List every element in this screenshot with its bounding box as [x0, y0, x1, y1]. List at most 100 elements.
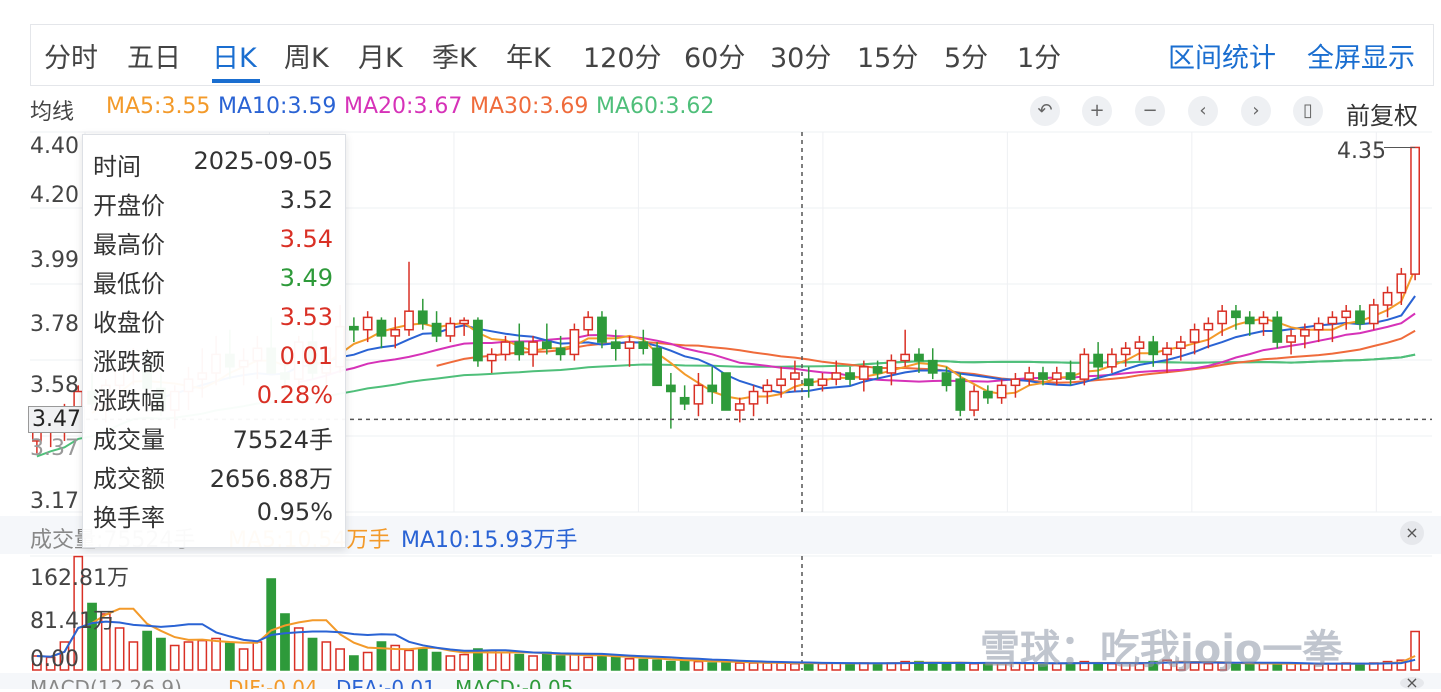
candle-body: [348, 325, 359, 331]
candle-body: [1299, 328, 1310, 337]
candle-body: [1231, 310, 1241, 319]
candle-body: [514, 341, 525, 356]
volume-bar: [638, 658, 649, 671]
candle-body: [762, 384, 773, 393]
candle-body: [1120, 347, 1131, 356]
candle-body: [982, 390, 993, 399]
volume-bar: [1410, 630, 1420, 671]
watermark: 雪球：吃我jojo一拳: [980, 627, 1343, 673]
candle-body: [1341, 310, 1352, 319]
candle-body: [776, 378, 787, 387]
candle-body: [597, 316, 607, 343]
tooltip-key: 涨跌额: [93, 348, 165, 376]
macd-label: MACD(12,26,9): [30, 676, 182, 689]
candle-body: [1189, 328, 1200, 343]
candle-body: [927, 359, 938, 374]
volume-bar: [293, 627, 304, 671]
candle-body: [583, 316, 594, 331]
volume-bar: [707, 662, 718, 671]
candle-body: [459, 319, 470, 325]
candle-body: [886, 359, 897, 374]
tooltip-row: 成交量 75524手: [93, 420, 333, 458]
candle-body: [1065, 372, 1076, 380]
volume-bar: [790, 662, 800, 671]
volume-bar: [417, 648, 428, 671]
cursor-price-label: 3.47: [28, 406, 85, 433]
candle-body: [1313, 322, 1324, 331]
volume-bar: [211, 637, 221, 671]
tooltip-key: 最低价: [93, 270, 165, 298]
candle-body: [1396, 273, 1407, 294]
candle-body: [445, 322, 456, 337]
volume-bar: [321, 641, 332, 671]
candle-body: [652, 347, 662, 387]
tooltip-value: 2025-09-05: [193, 147, 333, 175]
volume-bar: [142, 630, 153, 671]
tooltip-key: 换手率: [93, 504, 165, 532]
volume-bar: [872, 662, 883, 671]
candle-body: [969, 390, 979, 411]
close-macd-icon[interactable]: ×: [1400, 675, 1424, 691]
volume-bar: [307, 637, 318, 671]
tooltip-key: 收盘价: [93, 309, 165, 337]
candle-body: [362, 316, 373, 331]
candle-body: [1162, 347, 1172, 356]
volume-bar: [376, 641, 387, 671]
volume-bar: [721, 660, 731, 671]
candle-body: [1327, 316, 1338, 325]
candle-body: [555, 347, 566, 356]
volume-bar: [266, 578, 277, 671]
price-tick-4: 3.58: [30, 373, 79, 398]
volume-bar: [128, 641, 139, 671]
volume-bar: [156, 637, 166, 671]
candle-body: [914, 353, 924, 362]
volume-bar: [555, 655, 566, 671]
candle-body: [1038, 372, 1048, 380]
volume-bar: [224, 642, 235, 671]
candle-body: [665, 384, 676, 393]
price-tick-3: 3.78: [30, 312, 79, 337]
candle-body: [417, 310, 428, 325]
candle-body: [1148, 341, 1159, 356]
price-tick-2: 3.99: [30, 248, 79, 273]
close-volume-icon[interactable]: ×: [1400, 521, 1424, 545]
tooltip-value: 3.52: [279, 186, 333, 214]
candle-body: [390, 328, 401, 337]
volume-tick-0: 162.81万: [30, 566, 129, 591]
candle-body: [610, 341, 621, 350]
tooltip-row: 最高价 3.54: [93, 225, 333, 263]
volume-bar: [500, 651, 511, 671]
volume-bar: [734, 662, 745, 671]
tooltip-value: 0.28%: [256, 381, 333, 409]
volume-bar: [748, 662, 759, 671]
candle-body: [1203, 322, 1214, 331]
candle-body: [1410, 146, 1420, 275]
candle-body: [1093, 353, 1104, 368]
volume-bar: [252, 641, 263, 671]
macd-dif-label: DIF:-0.04: [228, 676, 318, 689]
tooltip-key: 开盘价: [93, 192, 165, 220]
candle-tooltip: 时间 2025-09-05 开盘价 3.52 最高价 3.54 最低价 3.49 收盘价 3.53…: [82, 134, 346, 548]
volume-bar: [431, 651, 442, 671]
candle-body: [845, 372, 855, 380]
candle-body: [1051, 372, 1062, 380]
candle-body: [1134, 341, 1145, 350]
volume-bar: [693, 660, 704, 671]
candle-body: [569, 328, 580, 356]
price-tick-1: 4.20: [30, 183, 79, 208]
volume-bar: [583, 656, 594, 671]
tooltip-key: 成交额: [93, 465, 165, 493]
volume-ma10-label: MA10:15.93万手: [401, 528, 578, 553]
tooltip-row: 换手率 0.95%: [93, 498, 333, 536]
tooltip-value: 75524手: [232, 426, 333, 454]
volume-bar: [955, 662, 966, 671]
candle-body: [1244, 316, 1255, 325]
ma30-line: [436, 329, 1416, 384]
volume-bar: [927, 662, 938, 671]
volume-bar: [776, 662, 787, 671]
candle-body: [996, 384, 1007, 399]
candle-body: [941, 372, 952, 387]
tooltip-row: 最低价 3.49: [93, 264, 333, 302]
candle-body: [790, 372, 800, 380]
macd-dea-label: DEA:-0.01: [336, 676, 436, 689]
